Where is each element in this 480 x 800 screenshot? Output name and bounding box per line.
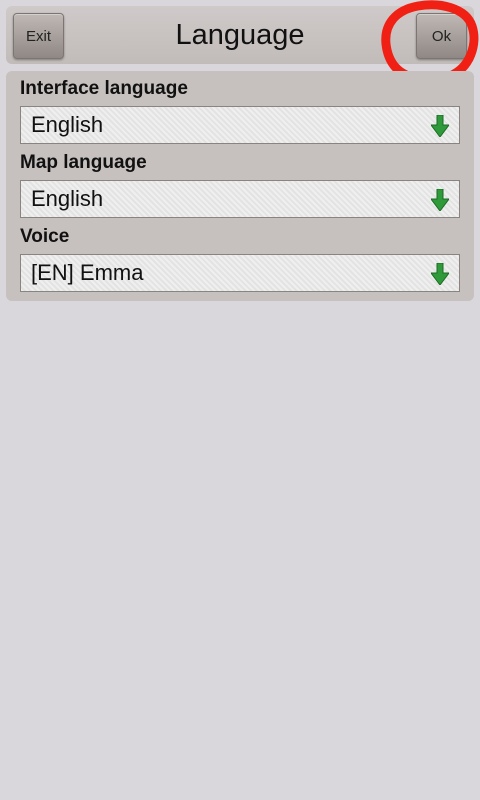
language-settings-panel: Interface language English Map language …: [6, 71, 474, 301]
map-language-value: English: [31, 186, 104, 211]
arrow-down-icon: [431, 263, 449, 285]
arrow-down-icon: [431, 115, 449, 137]
voice-value: [EN] Emma: [31, 260, 144, 285]
ok-button[interactable]: Ok: [416, 13, 467, 59]
map-language-select[interactable]: English: [20, 180, 460, 218]
header-bar: Exit Language Ok: [6, 6, 474, 64]
interface-language-value: English: [31, 112, 104, 137]
voice-label: Voice: [20, 226, 70, 247]
exit-button[interactable]: Exit: [13, 13, 64, 59]
interface-language-label: Interface language: [20, 78, 188, 99]
interface-language-select[interactable]: English: [20, 106, 460, 144]
page-title: Language: [175, 19, 305, 51]
arrow-down-icon: [431, 189, 449, 211]
language-screen: Exit Language Ok Interface language Engl…: [0, 0, 480, 800]
voice-select[interactable]: [EN] Emma: [20, 254, 460, 292]
map-language-label: Map language: [20, 152, 147, 173]
